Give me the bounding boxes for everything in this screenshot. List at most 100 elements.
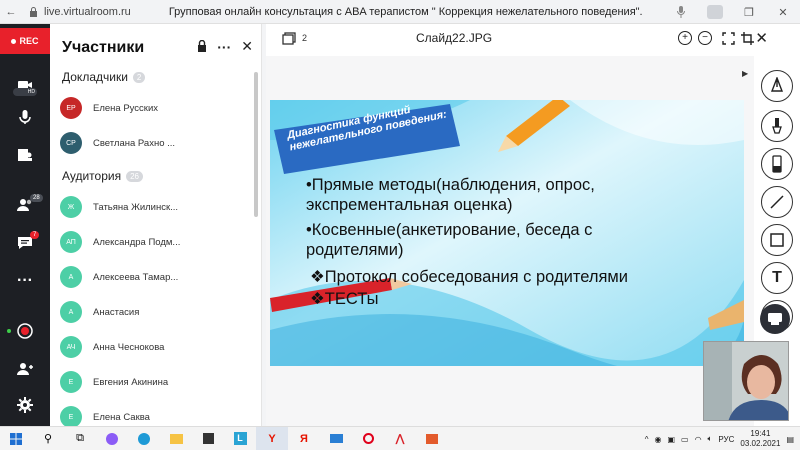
participant-row[interactable]: АП Александра Подм... — [60, 227, 255, 257]
zoom-in-button[interactable]: + — [678, 31, 692, 45]
line-icon — [770, 195, 784, 209]
eraser-icon — [772, 155, 782, 173]
panel-scrollbar[interactable] — [254, 72, 258, 217]
zoom-out-button[interactable]: − — [698, 31, 712, 45]
system-tray: ^ ◉ ▣ ▭ ◠ 🔈︎ РУС 19:41 03.02.2021 ▤ — [645, 427, 794, 450]
lock-icon[interactable] — [197, 39, 207, 55]
slide-bullet: ❖ТЕСТы — [310, 290, 379, 308]
mail-button[interactable] — [320, 427, 352, 450]
store-button[interactable] — [192, 427, 224, 450]
participant-name: Анастасия — [93, 306, 140, 318]
minimize-icon — [707, 5, 723, 19]
record-dot-icon — [11, 38, 17, 44]
edge-button[interactable] — [128, 427, 160, 450]
expand-toolbar-icon[interactable]: ▶ — [742, 69, 748, 78]
slides-stack-icon[interactable] — [282, 32, 296, 46]
text-tool-button[interactable]: T — [761, 262, 793, 294]
more-options-icon[interactable]: ··· — [217, 39, 231, 55]
notifications-icon[interactable]: ▤ — [786, 435, 794, 444]
pen-icon — [770, 77, 784, 92]
yandex-icon: Я — [300, 432, 308, 445]
task-view-button[interactable]: ⧉ — [64, 427, 96, 450]
powerpoint-button[interactable] — [416, 427, 448, 450]
participant-row[interactable]: АЧ Анна Чеснокова — [60, 332, 255, 362]
crop-icon[interactable] — [741, 32, 754, 45]
yandex-browser-icon: Y — [268, 432, 276, 445]
address-bar[interactable]: live.virtualroom.ru — [44, 6, 131, 18]
restore-button[interactable]: ❐ — [732, 0, 766, 24]
pen-tool-button[interactable] — [761, 70, 793, 102]
avatar: СР — [60, 132, 82, 154]
participant-row[interactable]: СР Светлана Рахно ... — [60, 128, 255, 158]
invite-button[interactable] — [0, 354, 50, 384]
participant-row[interactable]: ЕР Елена Русских — [60, 93, 255, 123]
slide-bullet: ❖Протокол собеседования с родителями — [310, 268, 628, 286]
wifi-icon[interactable]: ◠ — [695, 435, 702, 444]
participants-panel: Участники ··· ✕ Докладчики 2 ЕР Елена Рус… — [50, 24, 262, 428]
brush-icon — [772, 118, 782, 134]
back-icon[interactable]: ← — [0, 0, 22, 24]
audience-count: 26 — [126, 170, 143, 182]
eraser-tool-button[interactable] — [761, 148, 793, 180]
participants-button[interactable] — [0, 190, 50, 220]
participant-row[interactable]: А Анастасия — [60, 297, 255, 327]
slides-count: 2 — [302, 33, 308, 43]
search-button[interactable]: ⚲ — [32, 427, 64, 450]
close-panel-button[interactable]: ✕ — [241, 38, 253, 55]
participant-row[interactable]: Ж Татьяна Жилинск... — [60, 192, 255, 222]
clock[interactable]: 19:41 03.02.2021 — [740, 429, 780, 449]
alice-icon — [106, 432, 118, 445]
line-tool-button[interactable] — [761, 186, 793, 218]
acrobat-button[interactable]: ⋀ — [384, 427, 416, 450]
more-button[interactable]: ··· — [0, 266, 50, 296]
audience-section: Аудитория 26 — [62, 169, 143, 183]
language-indicator[interactable]: РУС — [718, 435, 734, 444]
hd-toggle[interactable]: HD — [13, 88, 37, 96]
speaker-video[interactable] — [703, 341, 789, 421]
yandex-button[interactable]: Я — [288, 427, 320, 450]
gear-icon — [17, 397, 33, 413]
participant-name: Елена Саква — [93, 411, 150, 423]
minimize-button[interactable] — [698, 0, 732, 24]
close-slide-button[interactable]: ✕ — [755, 29, 768, 47]
slide-filename: Слайд22.JPG — [416, 31, 493, 45]
participant-name: Светлана Рахно ... — [93, 137, 176, 149]
app-l-button[interactable]: L — [224, 427, 256, 450]
slide-bullet: •Прямые методы(наблюдения, опрос, — [306, 176, 595, 194]
network-icon[interactable]: ◉ — [654, 435, 661, 444]
avatar: Е — [60, 371, 82, 393]
mail-icon — [329, 434, 343, 443]
microphone-button[interactable] — [0, 102, 50, 132]
microphone-icon — [19, 110, 31, 124]
participant-row[interactable]: Е Евгения Акинина — [60, 367, 255, 397]
explorer-button[interactable] — [160, 427, 192, 450]
security-icon[interactable]: ▣ — [667, 435, 675, 444]
screen-share-button[interactable] — [0, 140, 50, 170]
chat-overlay-button[interactable] — [760, 304, 790, 334]
settings-button[interactable] — [0, 390, 50, 420]
panel-title: Участники — [62, 39, 145, 56]
avatar: А — [60, 301, 82, 323]
record-button[interactable]: REC — [0, 28, 50, 54]
lock-icon[interactable] — [22, 0, 44, 24]
participant-row[interactable]: А Алексеева Тамар... — [60, 262, 255, 292]
task-view-icon: ⧉ — [76, 432, 84, 444]
left-rail: REC HD 28 7 ··· — [0, 24, 50, 426]
microphone-icon[interactable] — [664, 0, 698, 24]
yandex-browser-button[interactable]: Y — [256, 426, 288, 450]
app-root: ← live.virtualroom.ru Групповая онлайн к… — [0, 0, 800, 450]
chat-button[interactable] — [0, 228, 50, 258]
close-window-button[interactable]: ✕ — [766, 0, 800, 24]
add-user-icon — [17, 363, 33, 375]
volume-icon[interactable]: 🔈︎ — [708, 434, 713, 444]
presentation-icon — [426, 433, 438, 444]
opera-button[interactable] — [352, 427, 384, 450]
battery-icon[interactable]: ▭ — [681, 435, 689, 444]
chevron-up-icon[interactable]: ^ — [645, 435, 649, 444]
windows-start-button[interactable] — [0, 427, 32, 450]
pdf-icon: ⋀ — [395, 433, 405, 445]
fit-screen-icon[interactable] — [722, 32, 735, 45]
rectangle-tool-button[interactable] — [761, 224, 793, 256]
alice-button[interactable] — [96, 427, 128, 450]
brush-tool-button[interactable] — [761, 110, 793, 142]
